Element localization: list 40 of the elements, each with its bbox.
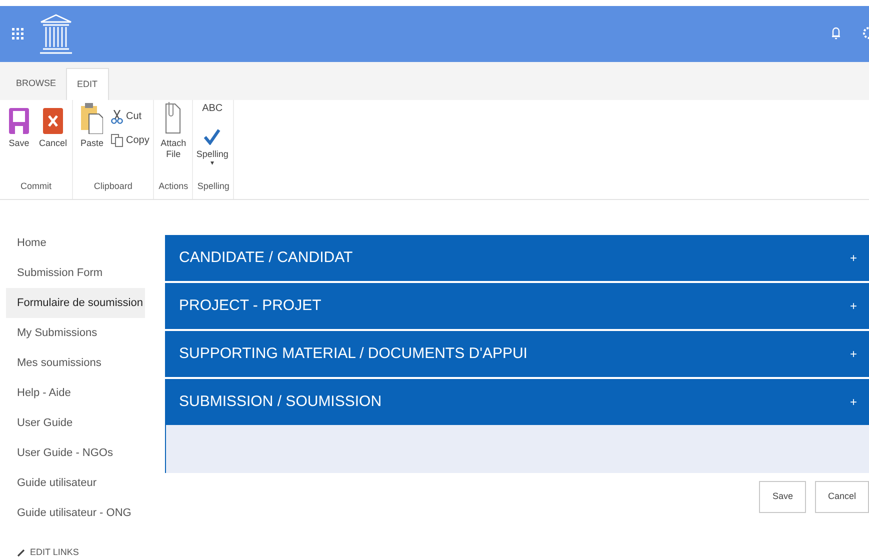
form-button[interactable]: Save [759,481,806,513]
paste-button[interactable]: Paste [77,104,107,180]
ribbon-tab[interactable]: BROWSE [6,68,66,100]
section-header[interactable]: SUPPORTING MATERIAL / DOCUMENTS D'APPUI + [165,331,869,377]
form-button[interactable]: Cancel [814,481,869,513]
group-label: Commit [20,180,52,192]
nav-link[interactable]: Submission Form [6,258,145,288]
scissors-icon [111,110,123,124]
copy-icon [111,134,123,147]
cancel-button[interactable]: Cancel [38,104,68,180]
edit-links[interactable]: EDIT LINKS [17,546,165,560]
clipboard-icon [81,102,103,134]
nav-link[interactable]: Home [6,228,145,258]
save-button[interactable]: Save [4,104,34,180]
app-launcher-icon[interactable] [12,28,24,40]
section-header[interactable]: PROJECT - PROJET + [165,283,869,329]
pencil-icon [17,548,25,557]
nav-link[interactable]: Guide utilisateur - ONG [6,498,145,528]
group-label: Clipboard [92,180,134,193]
ribbon-tab[interactable]: EDIT [66,68,109,100]
group-label: Spelling [197,180,230,193]
cut-button[interactable]: Cut [111,110,150,124]
copy-button[interactable]: Copy [111,134,150,147]
cancel-icon [43,108,63,134]
nav-link[interactable]: User Guide - NGOs [6,438,145,468]
bell-icon[interactable] [831,26,841,40]
nav-link[interactable]: User Guide [6,408,145,438]
temple-logo-icon[interactable] [38,13,74,55]
nav-link[interactable]: Help - Aide [6,378,145,408]
document-paperclip-icon [165,102,182,134]
section-header[interactable]: CANDIDATE / CANDIDAT + [165,235,869,281]
nav-link[interactable]: Formulaire de soumission [6,288,145,318]
settings-icon[interactable] [862,26,869,40]
nav-link[interactable]: Mes soumissions [6,348,145,378]
group-label: Actions [158,180,188,192]
checkmark-icon [203,129,222,145]
nav-link[interactable]: Guide utilisateur [6,468,145,498]
nav-link[interactable]: My Submissions [6,318,145,348]
attach-button[interactable]: Attach File [158,104,188,180]
section-header[interactable]: SUBMISSION / SOUMISSION + [165,379,869,425]
